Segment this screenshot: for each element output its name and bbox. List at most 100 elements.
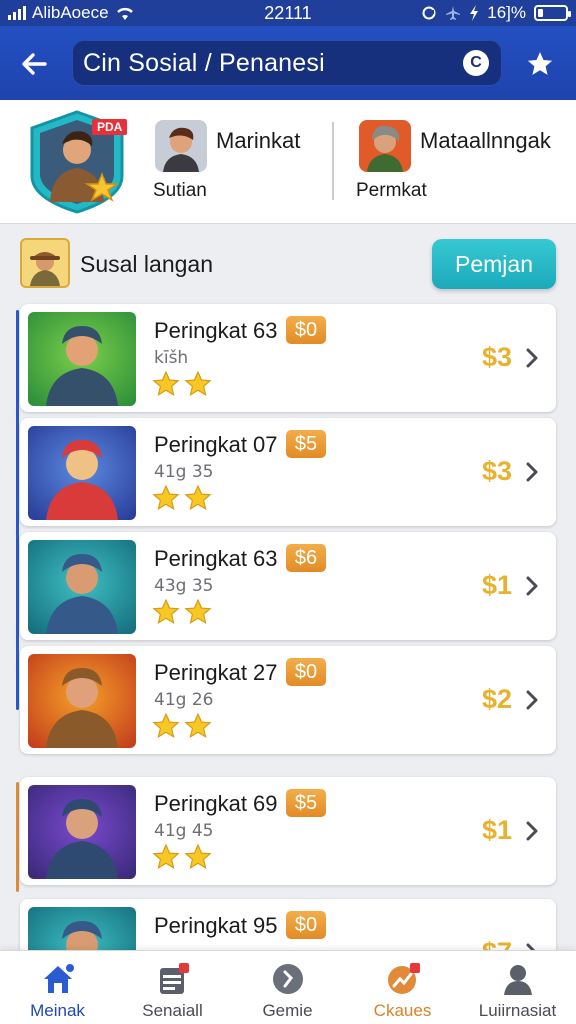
character-thumbnail (28, 540, 136, 634)
character-portrait-icon (28, 426, 136, 520)
page-title: Cin Sosial / Penanesi (83, 48, 325, 77)
list-item-subtitle: 41g 45 (154, 821, 214, 841)
nav-label: Senaiall (142, 1001, 203, 1020)
player-thumb-2[interactable] (359, 120, 411, 172)
character-portrait-icon (28, 785, 136, 879)
list-item[interactable]: Peringkat 69 $5 41g 45 $1 (20, 777, 556, 885)
group-indicator (16, 310, 19, 710)
chevron-right-icon (526, 348, 538, 368)
chevron-right-icon (526, 462, 538, 482)
rating-stars (152, 484, 212, 512)
star-icon (184, 370, 212, 397)
home-icon (44, 962, 76, 993)
chevron-right-icon (526, 690, 538, 710)
player-thumb-1[interactable] (155, 120, 207, 172)
nav-label: Gemie (262, 1001, 313, 1020)
sync-icon (422, 6, 436, 20)
star-icon (184, 484, 212, 511)
character-portrait-icon (28, 654, 136, 748)
app-bar: Cin Sosial / Penanesi C (0, 26, 576, 100)
chart-icon (388, 963, 420, 994)
list-item-price: $3 (481, 456, 512, 486)
section-icon (20, 238, 70, 288)
rating-stars (152, 370, 212, 398)
player-name-1: Marinkat (216, 128, 301, 153)
list-item-subtitle: 41g 26 (154, 690, 214, 710)
nav-item-home[interactable]: Meinak (0, 951, 115, 1024)
player-avatar-icon (155, 120, 207, 172)
chevron-right-icon (526, 821, 538, 841)
list-item-title: Peringkat 27 (154, 660, 278, 685)
list-item[interactable]: Peringkat 63 $0 kīšh $3 (20, 304, 556, 412)
list-item-title: Peringkat 07 (154, 432, 278, 457)
star-icon (184, 712, 212, 739)
player-name-2: Mataallnngak (420, 128, 551, 153)
price-badge: $5 (286, 430, 326, 458)
player-avatar-icon (359, 120, 411, 172)
game-icon (273, 964, 303, 994)
pemjan-button[interactable]: Pemjan (432, 239, 556, 289)
character-thumbnail (28, 426, 136, 520)
list-item[interactable]: Peringkat 27 $0 41g 26 $2 (20, 646, 556, 754)
list-item-subtitle: kīšh (154, 348, 189, 368)
nav-item-profile[interactable]: Luiirnasiat (460, 951, 575, 1024)
title-search-field[interactable]: Cin Sosial / Penanesi C (72, 40, 502, 86)
profile-icon (504, 965, 532, 995)
back-button[interactable] (14, 44, 54, 84)
nav-label: Luiirnasiat (478, 1001, 557, 1020)
nav-item-schedule[interactable]: Senaiall (115, 951, 230, 1024)
airplane-icon (446, 6, 461, 20)
list-item-price: $1 (481, 570, 512, 600)
price-badge: $0 (286, 911, 326, 939)
list-item-title: Peringkat 69 (154, 791, 278, 816)
star-icon (152, 598, 180, 625)
list-item[interactable]: Peringkat 63 $6 43g 35 $1 (20, 532, 556, 640)
price-badge: $6 (286, 544, 326, 572)
list-item-title: Peringkat 63 (154, 546, 278, 571)
character-portrait-icon (28, 312, 136, 406)
arrow-left-icon (22, 53, 47, 75)
calendar-icon (160, 963, 189, 994)
character-thumbnail (28, 785, 136, 879)
favorite-button[interactable] (520, 44, 560, 84)
list-item[interactable]: Peringkat 07 $5 41g 35 $3 (20, 418, 556, 526)
clear-button[interactable]: C (463, 50, 489, 76)
profile-divider (332, 122, 334, 200)
battery-label: 16]% (487, 3, 526, 22)
star-icon (152, 712, 180, 739)
list-item-title: Peringkat 95 (154, 913, 278, 938)
rating-stars (152, 843, 212, 871)
chevron-right-icon (526, 576, 538, 596)
list-item-price: $1 (481, 815, 512, 845)
star-icon (184, 843, 212, 870)
player-sub-1: Sutian (153, 180, 207, 201)
character-icon (30, 252, 60, 286)
star-icon (184, 598, 212, 625)
player-sub-2: Permkat (356, 180, 427, 201)
price-badge: $0 (286, 316, 326, 344)
list-item-subtitle: 41g 35 (154, 462, 214, 482)
character-portrait-icon (28, 540, 136, 634)
nav-item-game[interactable]: Gemie (230, 951, 345, 1024)
avatar-tag: PDA (92, 119, 128, 135)
character-thumbnail (28, 312, 136, 406)
status-bar: AlibAoece 22111 16]% (0, 0, 576, 26)
star-icon (152, 484, 180, 511)
list-item-subtitle: 43g 35 (154, 576, 214, 596)
nav-label: Meinak (30, 1001, 85, 1020)
star-icon (527, 52, 553, 75)
bolt-icon (470, 5, 479, 21)
status-right: 16]% (421, 3, 571, 23)
star-icon (152, 370, 180, 397)
section-title: Susal langan (80, 251, 213, 277)
list-item-title: Peringkat 63 (154, 318, 278, 343)
bottom-nav: Meinak Senaiall Gemie Ckaues Luiirnasiat (0, 950, 576, 1024)
rating-stars (152, 598, 212, 626)
character-thumbnail (28, 654, 136, 748)
battery-icon (534, 5, 571, 21)
nav-item-ckaues[interactable]: Ckaues (345, 951, 460, 1024)
star-icon (152, 843, 180, 870)
price-badge: $5 (286, 789, 326, 817)
group-indicator (16, 782, 19, 892)
nav-label: Ckaues (373, 1001, 432, 1020)
